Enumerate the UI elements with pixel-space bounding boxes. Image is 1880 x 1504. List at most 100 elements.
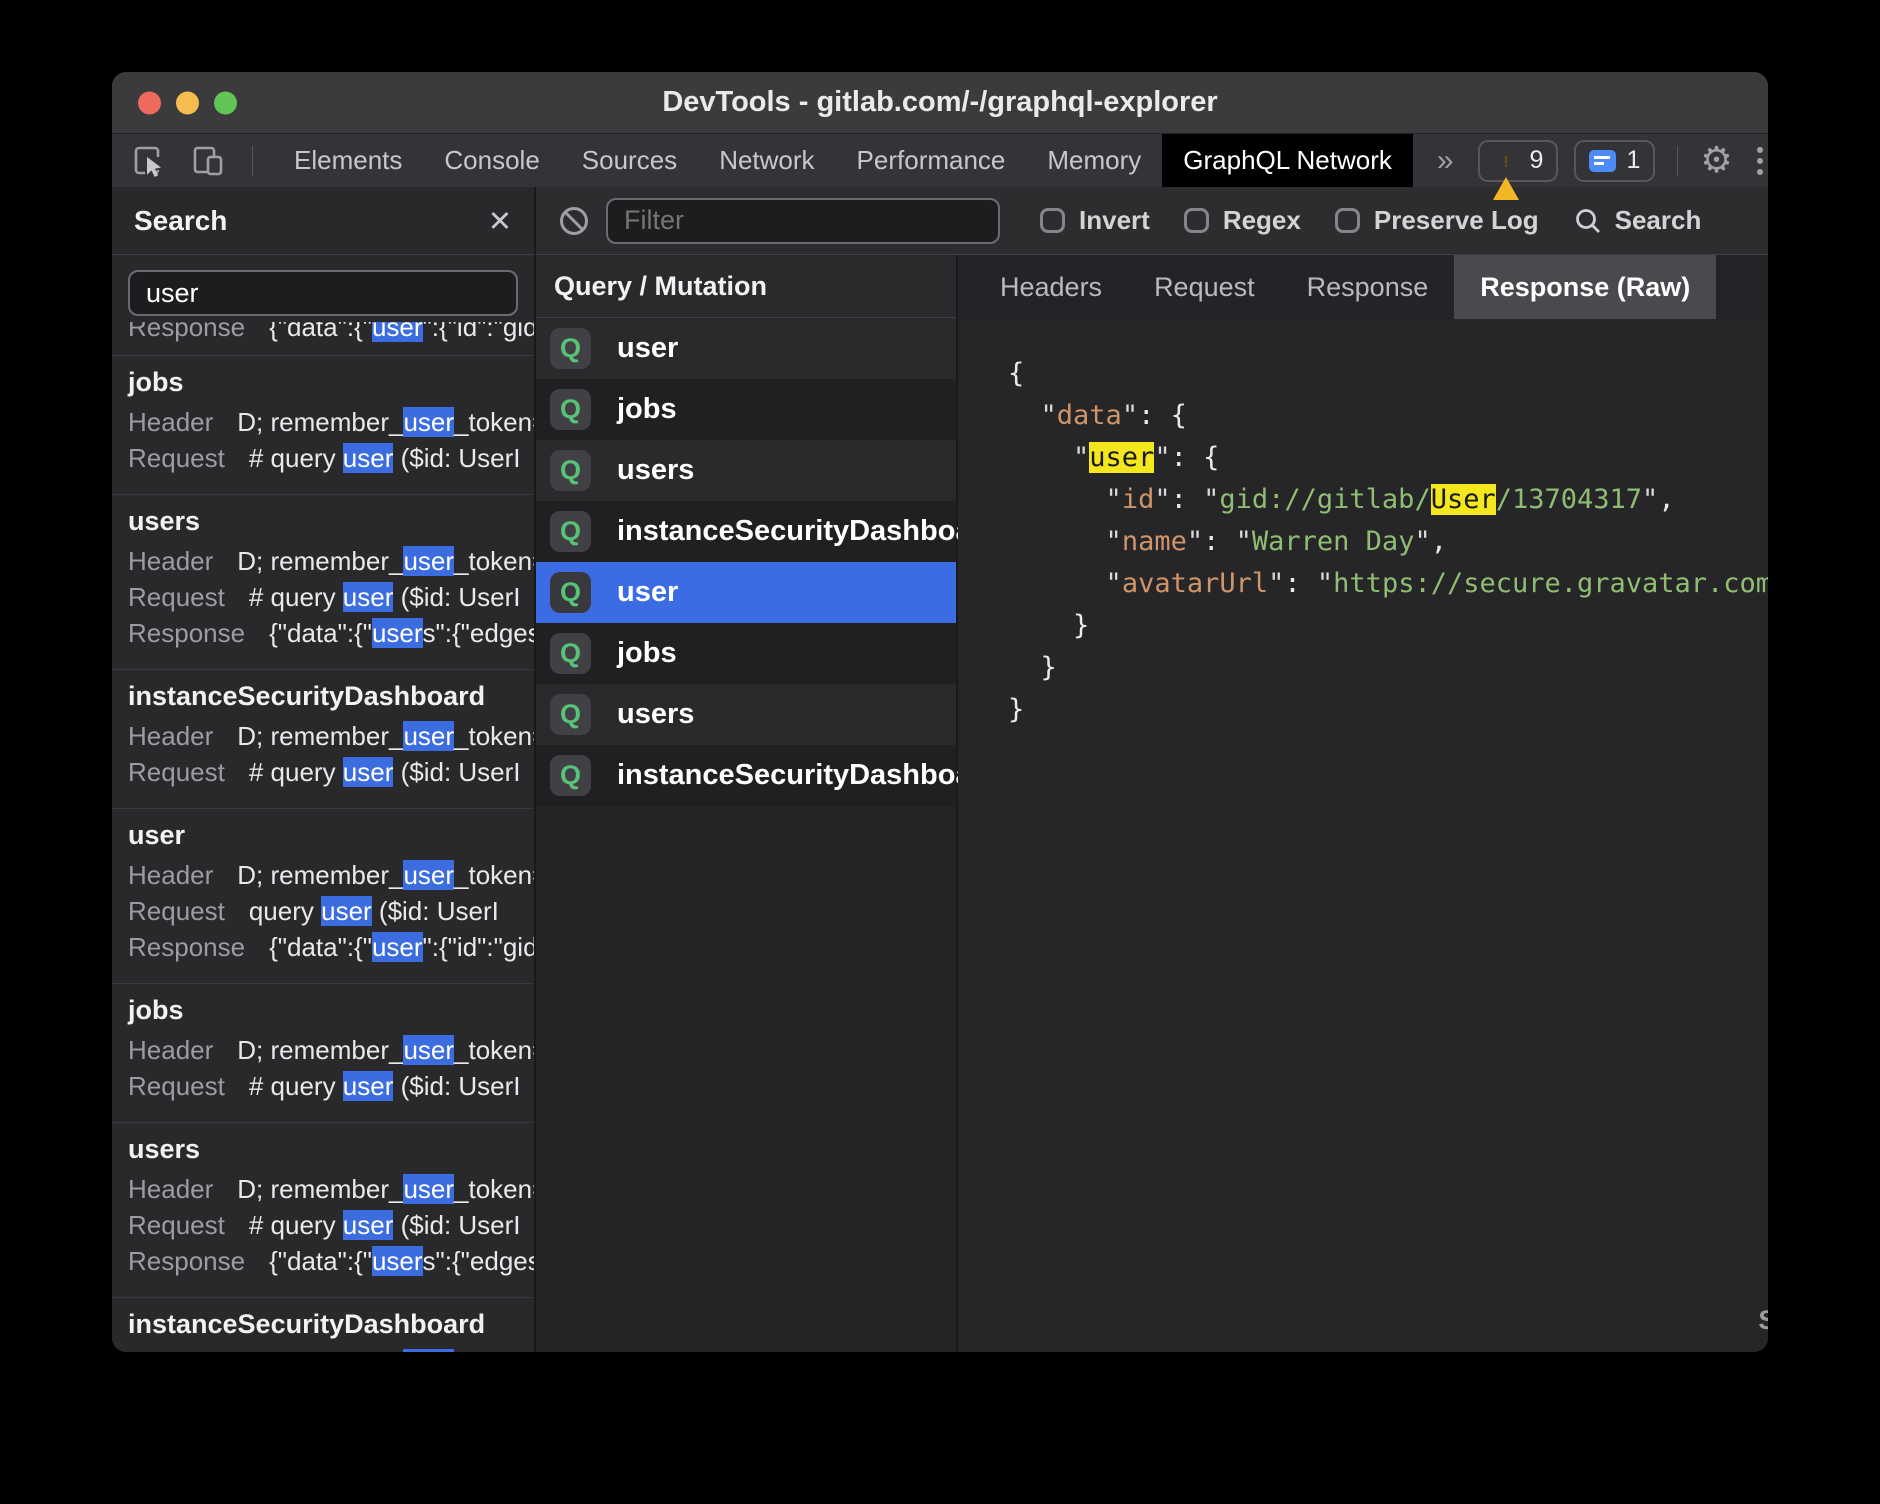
json-token-punc: : { bbox=[1171, 442, 1220, 473]
device-toolbar-icon[interactable] bbox=[188, 141, 228, 181]
match-highlight: user bbox=[372, 932, 423, 962]
toolbar-search-label: Search bbox=[1615, 205, 1702, 236]
settings-gear-icon[interactable]: ⚙ bbox=[1700, 143, 1732, 179]
json-token-punc: : bbox=[1203, 526, 1236, 557]
result-operation-name: instanceSecurityDashboard bbox=[112, 670, 534, 718]
search-result-row[interactable]: Request# query user ($id: UserI bbox=[112, 754, 534, 790]
checkbox-invert[interactable]: Invert bbox=[1040, 205, 1150, 236]
maximize-window-button[interactable] bbox=[214, 91, 237, 114]
query-list-item-users[interactable]: Qusers bbox=[536, 684, 956, 745]
detail-tab-request[interactable]: Request bbox=[1128, 255, 1281, 319]
detail-tab-response[interactable]: Response bbox=[1281, 255, 1455, 319]
query-list-item-user[interactable]: Quser bbox=[536, 562, 956, 623]
search-result-row[interactable]: HeaderD; remember_user_token=e bbox=[112, 404, 534, 440]
match-text: ($id: UserI bbox=[393, 582, 520, 612]
devtools-tab-memory[interactable]: Memory bbox=[1026, 134, 1162, 187]
devtools-tab-elements[interactable]: Elements bbox=[273, 134, 423, 187]
search-close-icon[interactable]: ✕ bbox=[488, 204, 512, 238]
json-token-punc: : bbox=[1171, 484, 1204, 515]
query-type-badge: Q bbox=[550, 511, 591, 552]
search-result-row[interactable]: HeaderD; remember_user_token=e bbox=[112, 857, 534, 893]
inspect-element-icon[interactable] bbox=[130, 141, 170, 181]
checkbox-preserve-log[interactable]: Preserve Log bbox=[1335, 205, 1539, 236]
query-list-item-instancesecuritydashboard[interactable]: QinstanceSecurityDashboard bbox=[536, 745, 956, 806]
match-highlight: user bbox=[403, 407, 454, 437]
match-text: ($id: UserI bbox=[393, 443, 520, 473]
close-window-button[interactable] bbox=[138, 91, 161, 114]
network-region: InvertRegexPreserve Log Search Query / M… bbox=[536, 187, 1768, 1352]
search-result-row[interactable]: Request# query user ($id: UserI bbox=[112, 440, 534, 476]
traffic-lights bbox=[138, 91, 237, 114]
query-list-item-user[interactable]: Quser bbox=[536, 318, 956, 379]
search-result-row[interactable]: HeaderD; remember_user_token=e bbox=[112, 718, 534, 754]
warnings-badge[interactable]: ! 9 bbox=[1478, 140, 1559, 182]
badge-divider bbox=[1677, 146, 1678, 176]
search-result-row[interactable]: Requestquery user ($id: UserI bbox=[112, 893, 534, 929]
more-tabs-chevron[interactable]: » bbox=[1413, 134, 1478, 187]
support-link[interactable]: Support bbox=[1758, 1305, 1768, 1336]
search-result-row[interactable]: Request# query user ($id: UserI bbox=[112, 1068, 534, 1104]
title-bar: DevTools - gitlab.com/-/graphql-explorer bbox=[112, 72, 1768, 134]
match-highlight: user bbox=[372, 322, 423, 342]
json-token-str: Warren Day bbox=[1252, 526, 1415, 557]
match-text: _token=e bbox=[454, 1035, 534, 1065]
query-list-item-instancesecuritydashboard[interactable]: QinstanceSecurityDashboard bbox=[536, 501, 956, 562]
minimize-window-button[interactable] bbox=[176, 91, 199, 114]
json-token-punc: } bbox=[1008, 694, 1024, 725]
devtools-tab-network[interactable]: Network bbox=[698, 134, 835, 187]
json-line: "avatarUrl": "https://secure.gravatar.co… bbox=[1008, 563, 1768, 605]
search-result-row[interactable]: HeaderD; remember_user_token=e bbox=[112, 1346, 534, 1352]
search-result-row[interactable]: HeaderD; remember_user_token=e bbox=[112, 1171, 534, 1207]
json-token-q: " bbox=[1106, 526, 1122, 557]
search-result-group-instancesecuritydashboard: instanceSecurityDashboardHeaderD; rememb… bbox=[112, 1297, 534, 1352]
kebab-menu-icon[interactable] bbox=[1749, 147, 1768, 175]
row-kind-label: Response bbox=[128, 929, 245, 965]
query-list-item-users[interactable]: Qusers bbox=[536, 440, 956, 501]
json-token-str: https://secure.gravatar.com/avatar bbox=[1333, 568, 1768, 599]
json-token-q: " bbox=[1106, 568, 1122, 599]
search-result-row[interactable]: Response{"data":{"user":{"id":"gid bbox=[112, 322, 534, 345]
search-result-row[interactable]: Request# query user ($id: UserI bbox=[112, 579, 534, 615]
match-text: s":{"edges bbox=[423, 618, 534, 648]
search-result-group-users: usersHeaderD; remember_user_token=eReque… bbox=[112, 494, 534, 660]
match-text: D; remember_ bbox=[237, 860, 403, 890]
result-operation-name: users bbox=[112, 495, 534, 543]
search-result-row[interactable]: HeaderD; remember_user_token=e bbox=[112, 1032, 534, 1068]
devtools-tab-graphql-network[interactable]: GraphQL Network bbox=[1162, 134, 1413, 187]
match-text: ":{"id":"gid bbox=[423, 322, 534, 342]
search-result-row[interactable]: Response{"data":{"users":{"edges bbox=[112, 1243, 534, 1279]
detail-tab-headers[interactable]: Headers bbox=[974, 255, 1128, 319]
checkbox-box[interactable] bbox=[1040, 208, 1065, 233]
devtools-tab-performance[interactable]: Performance bbox=[836, 134, 1027, 187]
result-operation-name: user bbox=[112, 809, 534, 857]
query-list-item-jobs[interactable]: Qjobs bbox=[536, 623, 956, 684]
checkbox-regex[interactable]: Regex bbox=[1184, 205, 1301, 236]
clear-log-icon[interactable] bbox=[554, 201, 594, 241]
result-operation-name: instanceSecurityDashboard bbox=[112, 1298, 534, 1346]
search-result-row[interactable]: Response{"data":{"users":{"edges bbox=[112, 615, 534, 651]
search-input[interactable] bbox=[128, 270, 518, 316]
devtools-tab-sources[interactable]: Sources bbox=[561, 134, 698, 187]
toolbar-search[interactable]: Search bbox=[1573, 205, 1702, 236]
search-result-row[interactable]: Response{"data":{"user":{"id":"gid bbox=[112, 929, 534, 965]
json-token-sp bbox=[1008, 526, 1106, 557]
issues-badge[interactable]: 1 bbox=[1574, 140, 1655, 182]
json-token-sp bbox=[1008, 652, 1041, 683]
checkbox-box[interactable] bbox=[1335, 208, 1360, 233]
json-token-sp bbox=[1008, 568, 1106, 599]
search-result-row[interactable]: Request# query user ($id: UserI bbox=[112, 1207, 534, 1243]
query-name: instanceSecurityDashboard bbox=[617, 515, 1001, 548]
json-token-q: " bbox=[1187, 526, 1203, 557]
query-list-item-jobs[interactable]: Qjobs bbox=[536, 379, 956, 440]
search-result-row[interactable]: HeaderD; remember_user_token=e bbox=[112, 543, 534, 579]
match-text: s":{"edges bbox=[423, 1246, 534, 1276]
match-highlight: user bbox=[372, 618, 423, 648]
filter-input[interactable] bbox=[606, 198, 1000, 244]
json-token-q: " bbox=[1642, 484, 1658, 515]
devtools-tab-console[interactable]: Console bbox=[423, 134, 560, 187]
row-kind-label: Response bbox=[128, 1243, 245, 1279]
detail-tab-response-raw[interactable]: Response (Raw) bbox=[1454, 255, 1716, 319]
match-text: _token=e bbox=[454, 407, 534, 437]
window-title: DevTools - gitlab.com/-/graphql-explorer bbox=[662, 86, 1217, 119]
checkbox-box[interactable] bbox=[1184, 208, 1209, 233]
